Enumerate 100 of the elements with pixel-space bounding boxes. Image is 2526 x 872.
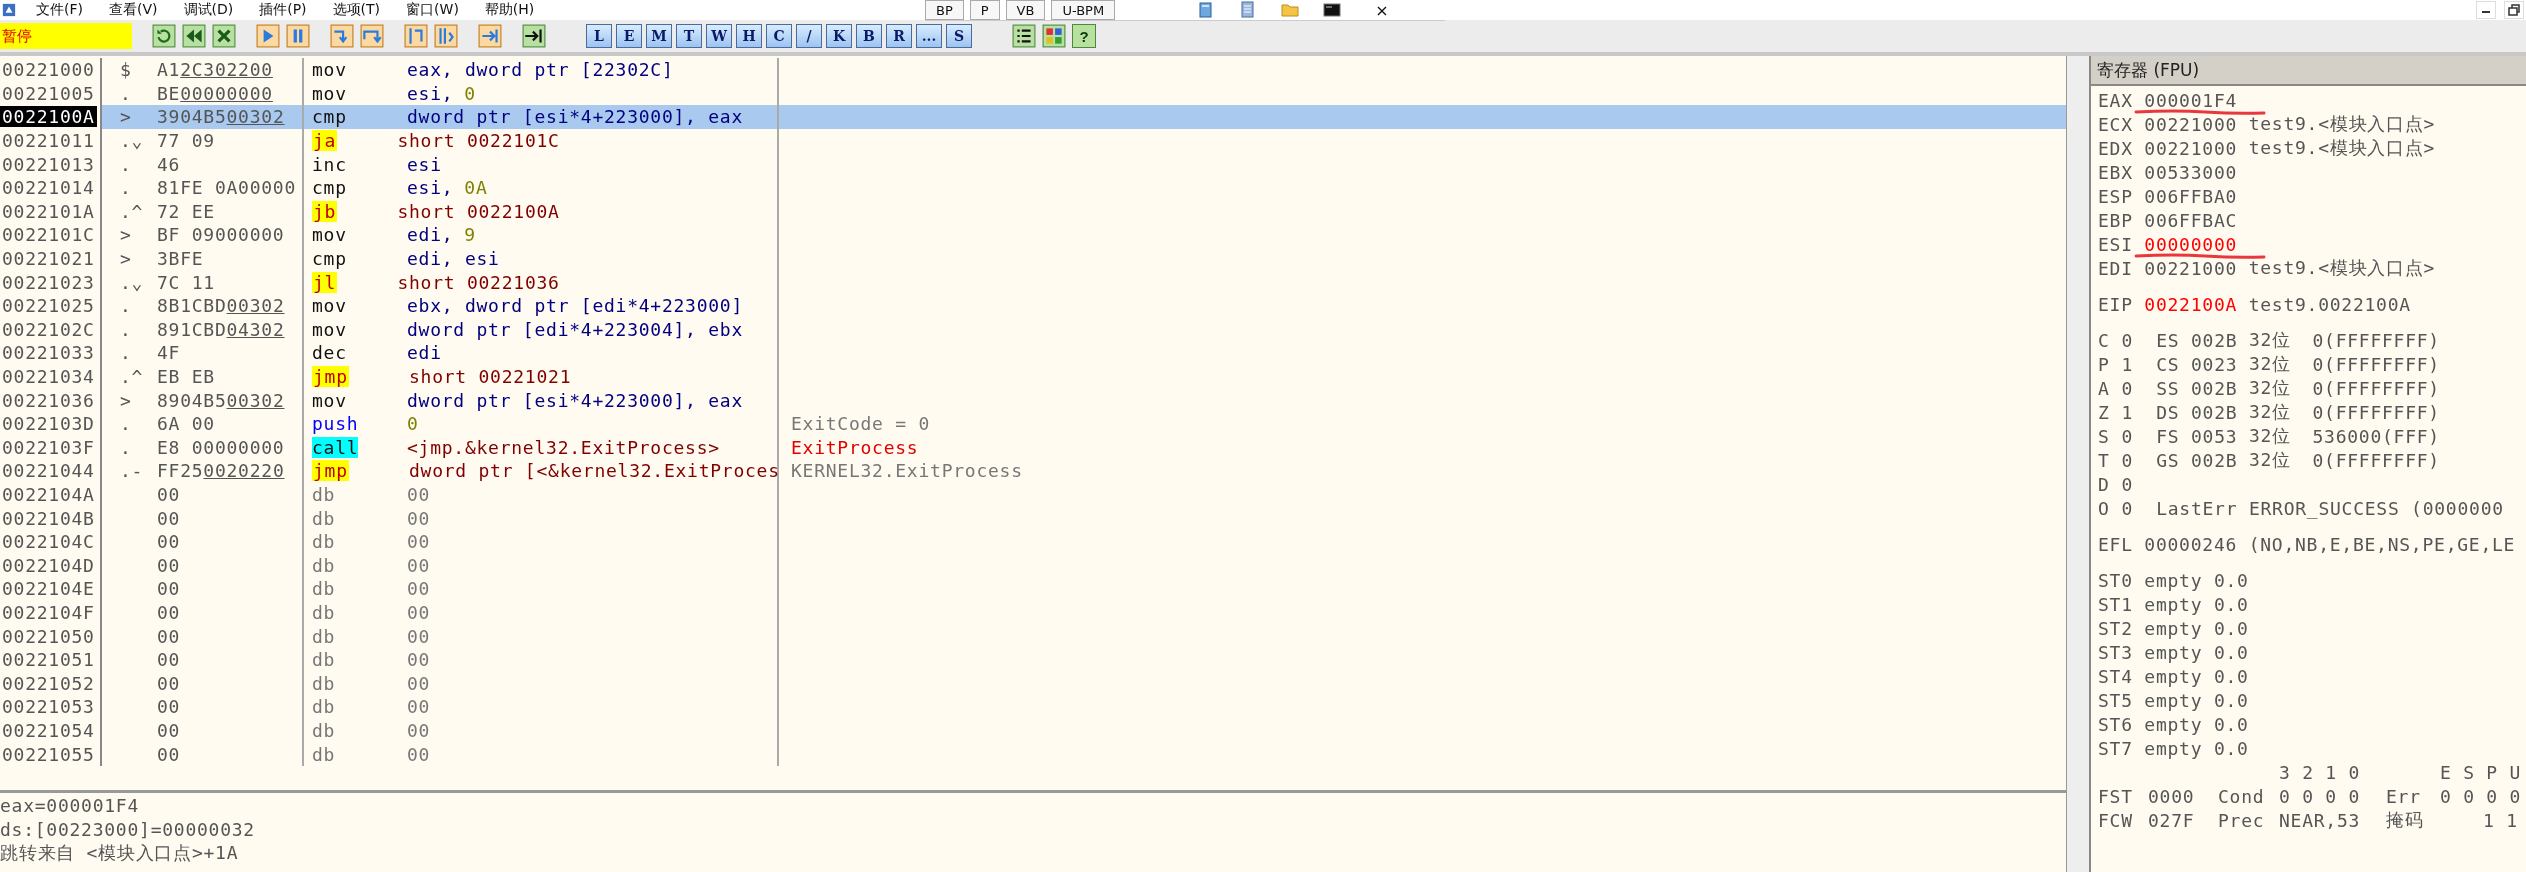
menu-item[interactable]: 窗口(W) — [406, 1, 459, 19]
operand: 00 — [407, 601, 431, 623]
step-over-button[interactable] — [360, 24, 384, 48]
status-indicator: 暂停 — [0, 23, 132, 49]
hex-bytes: 891CBD04302 — [157, 318, 285, 340]
menu-item[interactable]: 查看(V) — [109, 1, 158, 19]
code-row[interactable]: 00221051 00 db 00 — [0, 647, 2066, 672]
window-button[interactable]: T — [676, 24, 702, 48]
address-cell-text: 00221051 — [1, 649, 96, 671]
jump-marker: . — [119, 318, 133, 340]
code-row[interactable]: 0022104E 00 db 00 — [0, 577, 2066, 601]
hex-bytes: 8B1CBD00302 — [157, 295, 285, 317]
window-button[interactable]: ... — [916, 24, 942, 48]
window-button[interactable]: K — [826, 24, 852, 48]
code-row[interactable]: 00221052 00 db 00 — [0, 671, 2066, 696]
fpu-tag: empty — [2144, 713, 2203, 735]
code-row[interactable]: 0022103D . 6A 00 push 0 ExitCode = 0 — [0, 411, 2066, 436]
code-row[interactable]: 00221053 00 db 00 — [0, 695, 2066, 719]
code-row[interactable]: 00221013 . 46 inc esi — [0, 152, 2066, 176]
bit-header: 3 2 1 0 — [2279, 761, 2362, 783]
window-button[interactable]: H — [736, 24, 762, 48]
register-name: EIP — [2098, 293, 2133, 315]
code-row[interactable]: 00221044 .- FF250020220 jmp dword ptr [<&kernel32.ExitProces KERNEL32.ExitProcess — [0, 459, 2066, 483]
code-row[interactable]: 00221036 > 8904B500302 mov dword ptr [esi*4+223000], eax — [0, 388, 2066, 412]
window-button[interactable]: W — [706, 24, 732, 48]
menu-item[interactable]: 帮助(H) — [484, 1, 535, 19]
operand: 00 — [407, 625, 431, 647]
code-row[interactable]: 00221011 .⌄ 77 09 ja short 0022101C — [0, 128, 2066, 153]
address-cell-text: 0022104D — [1, 554, 96, 576]
window-button[interactable]: M — [646, 24, 672, 48]
jump-marker: . — [119, 413, 133, 435]
mnemonic: mov — [312, 318, 348, 340]
menu-item[interactable]: 文件(F) — [36, 1, 83, 19]
step-into-button[interactable] — [330, 24, 354, 48]
window-button[interactable]: B — [856, 24, 882, 48]
toolbar-button[interactable]: BP — [925, 0, 964, 20]
window-button[interactable]: S — [946, 24, 972, 48]
trace-over-button[interactable] — [434, 24, 458, 48]
code-row[interactable]: 00221000 $ A12C302200 mov eax, dword ptr [22302C] — [0, 58, 2066, 82]
code-row[interactable]: 0022104F 00 db 00 — [0, 600, 2066, 625]
menu-item[interactable]: 插件(P) — [259, 1, 307, 19]
operand: edi — [407, 342, 442, 364]
address-cell-text: 0022104F — [1, 601, 96, 623]
list-button[interactable] — [1012, 24, 1036, 48]
address-cell-text: 0022104C — [1, 531, 96, 553]
window-button[interactable]: C — [766, 24, 792, 48]
code-row[interactable]: 0022104B 00 db 00 — [0, 506, 2066, 530]
code-row[interactable]: 00221025 . 8B1CBD00302 mov ebx, dword ptr [edi*4+223000] — [0, 293, 2066, 318]
code-row[interactable]: 0022102C . 891CBD04302 mov dword ptr [edi*4+223004], ebx — [0, 317, 2066, 342]
address-cell-text: 00221050 — [1, 625, 96, 647]
code-row[interactable]: 0022104C 00 db 00 — [0, 529, 2066, 554]
mnemonic: mov — [312, 59, 348, 81]
code-row[interactable]: 00221014 . 81FE 0A00000 cmp esi, 0A — [0, 175, 2066, 200]
toolbar-button[interactable]: P — [969, 0, 1000, 20]
go-to-button[interactable] — [522, 24, 546, 48]
mnemonic: db — [312, 719, 337, 741]
trace-into-button[interactable] — [404, 24, 428, 48]
close-program-button[interactable] — [212, 24, 236, 48]
code-row[interactable]: 0022104A 00 db 00 — [0, 482, 2066, 507]
toolbar-button[interactable]: U-BPM — [1051, 0, 1116, 20]
restore-button[interactable] — [2504, 1, 2524, 19]
code-row[interactable]: 0022103F . E8 00000000 call <jmp.&kernel32.ExitProcess> ExitProcess — [0, 435, 2066, 460]
terminal-icon[interactable] — [1323, 1, 1342, 19]
hex-bytes: 00 — [157, 672, 181, 694]
code-row[interactable]: 00221023 .⌄ 7C 11 jl short 00221036 — [0, 270, 2066, 294]
splitter-bar[interactable] — [2066, 56, 2091, 872]
code-row[interactable]: 00221021 > 3BFE cmp edi, esi — [0, 246, 2066, 271]
code-row[interactable]: 00221033 . 4F dec edi — [0, 341, 2066, 365]
code-row[interactable]: 00221055 00 db 00 — [0, 742, 2066, 766]
toolbar-button[interactable]: VB — [1005, 0, 1046, 20]
mnemonic: db — [312, 649, 337, 671]
open-button[interactable] — [152, 24, 176, 48]
window-button[interactable]: E — [616, 24, 642, 48]
address-cell-text: 00221033 — [1, 342, 96, 364]
field-label: Cond — [2218, 785, 2266, 807]
help-button[interactable]: ? — [1072, 24, 1096, 48]
code-row[interactable]: 0022104D 00 db 00 — [0, 553, 2066, 578]
address-cell-text: 0022101A — [1, 200, 96, 222]
window-button[interactable]: / — [796, 24, 822, 48]
color-grid-button[interactable] — [1042, 24, 1066, 48]
code-row[interactable]: 00221050 00 db 00 — [0, 624, 2066, 648]
menu-item[interactable]: 调试(D) — [183, 1, 234, 19]
code-row[interactable]: 0022101A .^ 72 EE jb short 0022100A — [0, 199, 2066, 224]
run-button[interactable] — [256, 24, 280, 48]
code-row[interactable]: 00221034 .^ EB EB jmp short 00221021 — [0, 364, 2066, 389]
restart-button[interactable] — [182, 24, 206, 48]
code-row[interactable]: 0022101C > BF 09000000 mov edi, 9 — [0, 223, 2066, 247]
jump-marker: > — [119, 248, 133, 270]
info-line: eax=000001F4 — [0, 794, 141, 818]
operand: edi, esi — [407, 248, 500, 270]
hex-bytes: 00 — [157, 507, 181, 529]
minimize-button[interactable] — [2476, 1, 2496, 19]
window-button[interactable]: R — [886, 24, 912, 48]
segment-bits: 32位 — [2248, 448, 2291, 472]
code-row[interactable]: 00221054 00 db 00 — [0, 718, 2066, 743]
execute-till-return-button[interactable] — [478, 24, 502, 48]
window-button[interactable]: L — [586, 24, 612, 48]
fpu-register-name: ST3 — [2098, 641, 2133, 663]
pause-button[interactable] — [286, 24, 310, 48]
menu-item[interactable]: 选项(T) — [332, 1, 381, 19]
